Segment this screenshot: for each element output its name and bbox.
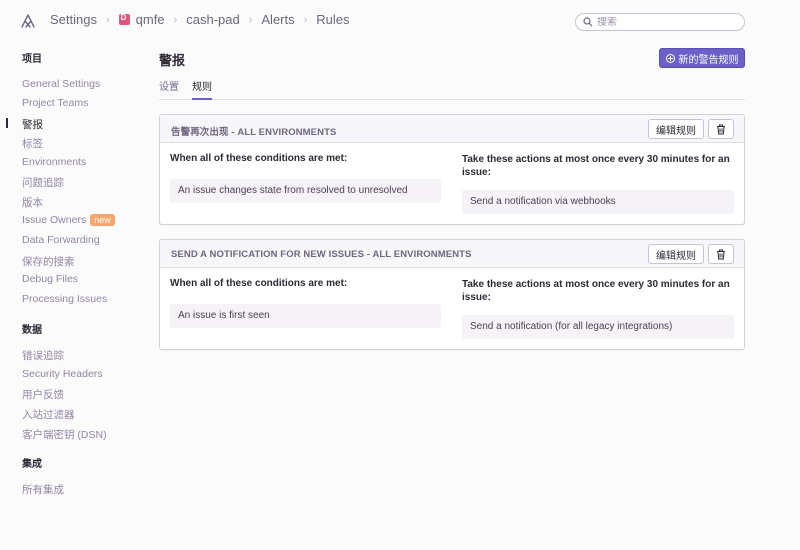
chevron-right-icon: › bbox=[173, 13, 178, 26]
sidebar-item-user-feedback[interactable]: 用户反馈 bbox=[22, 387, 64, 402]
edit-rule-button[interactable]: 编辑规则 bbox=[648, 119, 704, 139]
sidebar-item-data-forwarding[interactable]: Data Forwarding bbox=[22, 234, 100, 246]
breadcrumb-settings[interactable]: Settings bbox=[50, 12, 97, 27]
rule-title: SEND A NOTIFICATION FOR NEW ISSUES - ALL… bbox=[171, 249, 472, 260]
sidebar-item-issue-owners[interactable]: Issue Owners new bbox=[22, 214, 115, 226]
action-item: Send a notification (for all legacy inte… bbox=[462, 315, 734, 339]
action-item: Send a notification via webhooks bbox=[462, 190, 734, 214]
new-alert-rule-button[interactable]: 新的警告规则 bbox=[659, 48, 745, 68]
condition-item: An issue changes state from resolved to … bbox=[170, 179, 441, 203]
edit-rule-button[interactable]: 编辑规则 bbox=[648, 244, 704, 264]
rule-panel: SEND A NOTIFICATION FOR NEW ISSUES - ALL… bbox=[159, 239, 745, 350]
sidebar-item-processing-issues[interactable]: Processing Issues bbox=[22, 293, 107, 305]
sentry-logo-icon[interactable] bbox=[20, 13, 36, 29]
sidebar-item-all-integrations[interactable]: 所有集成 bbox=[22, 482, 64, 497]
delete-rule-button[interactable] bbox=[708, 119, 734, 139]
sidebar-item-debug-files[interactable]: Debug Files bbox=[22, 273, 78, 285]
sidebar-item-releases[interactable]: 版本 bbox=[22, 195, 43, 210]
new-badge: new bbox=[90, 214, 115, 226]
tab-rules[interactable]: 规则 bbox=[192, 78, 212, 100]
top-bar: Settings › qmfe › cash-pad › Alerts › Ru… bbox=[0, 0, 800, 40]
actions-label: Take these actions at most once every 30… bbox=[462, 154, 730, 178]
delete-rule-button[interactable] bbox=[708, 244, 734, 264]
sidebar-item-inbound-filters[interactable]: 入站过滤器 bbox=[22, 407, 75, 422]
chevron-right-icon: › bbox=[105, 13, 110, 26]
breadcrumb: Settings › qmfe › cash-pad › Alerts › Ru… bbox=[50, 12, 350, 27]
sidebar-item-project-teams[interactable]: Project Teams bbox=[22, 97, 88, 109]
condition-item: An issue is first seen bbox=[170, 304, 441, 328]
breadcrumb-org-label: qmfe bbox=[135, 12, 165, 27]
conditions-label: When all of these conditions are met: bbox=[170, 278, 348, 289]
sidebar-item-client-keys[interactable]: 客户端密钥 (DSN) bbox=[22, 427, 107, 442]
org-badge-icon bbox=[118, 13, 130, 25]
sidebar-item-alerts[interactable]: 警报 bbox=[22, 117, 43, 132]
sidebar-item-issue-owners-label: Issue Owners bbox=[22, 214, 87, 226]
sidebar-item-general-settings[interactable]: General Settings bbox=[22, 78, 100, 90]
search-box[interactable] bbox=[575, 13, 745, 31]
plus-circle-icon bbox=[665, 53, 675, 63]
sidebar-item-environments[interactable]: Environments bbox=[22, 156, 86, 168]
tab-bar: 设置 规则 bbox=[159, 78, 745, 100]
new-alert-rule-label: 新的警告规则 bbox=[678, 54, 739, 66]
tab-settings[interactable]: 设置 bbox=[159, 78, 179, 100]
sidebar-heading-data: 数据 bbox=[22, 325, 42, 336]
breadcrumb-org[interactable]: qmfe bbox=[118, 12, 165, 27]
sidebar-item-issue-tracking[interactable]: 问题追踪 bbox=[22, 175, 64, 190]
page-title: 警报 bbox=[159, 53, 186, 68]
chevron-right-icon: › bbox=[303, 13, 308, 26]
trash-icon bbox=[717, 124, 725, 134]
active-indicator bbox=[6, 118, 8, 128]
sidebar-item-error-tracking[interactable]: 错误追踪 bbox=[22, 348, 64, 363]
rule-title: 告警再次出现 - ALL ENVIRONMENTS bbox=[171, 127, 337, 138]
sidebar-item-security-headers[interactable]: Security Headers bbox=[22, 368, 103, 380]
rule-panel-header: SEND A NOTIFICATION FOR NEW ISSUES - ALL… bbox=[160, 240, 744, 268]
conditions-label: When all of these conditions are met: bbox=[170, 153, 348, 164]
rule-panel: 告警再次出现 - ALL ENVIRONMENTS 编辑规则 When all … bbox=[159, 114, 745, 225]
sidebar-heading-integrations: 集成 bbox=[22, 459, 42, 470]
breadcrumb-project[interactable]: cash-pad bbox=[186, 12, 239, 27]
sidebar-item-saved-searches[interactable]: 保存的搜索 bbox=[22, 254, 75, 269]
trash-icon bbox=[717, 249, 725, 259]
breadcrumb-alerts[interactable]: Alerts bbox=[261, 12, 294, 27]
chevron-right-icon: › bbox=[248, 13, 253, 26]
rule-panel-header: 告警再次出现 - ALL ENVIRONMENTS 编辑规则 bbox=[160, 115, 744, 143]
actions-label: Take these actions at most once every 30… bbox=[462, 279, 730, 303]
search-icon bbox=[583, 17, 593, 27]
sidebar-heading-project: 项目 bbox=[22, 54, 42, 65]
search-input[interactable] bbox=[597, 16, 737, 28]
breadcrumb-rules: Rules bbox=[316, 12, 350, 27]
sidebar-item-tags[interactable]: 标签 bbox=[22, 136, 43, 151]
